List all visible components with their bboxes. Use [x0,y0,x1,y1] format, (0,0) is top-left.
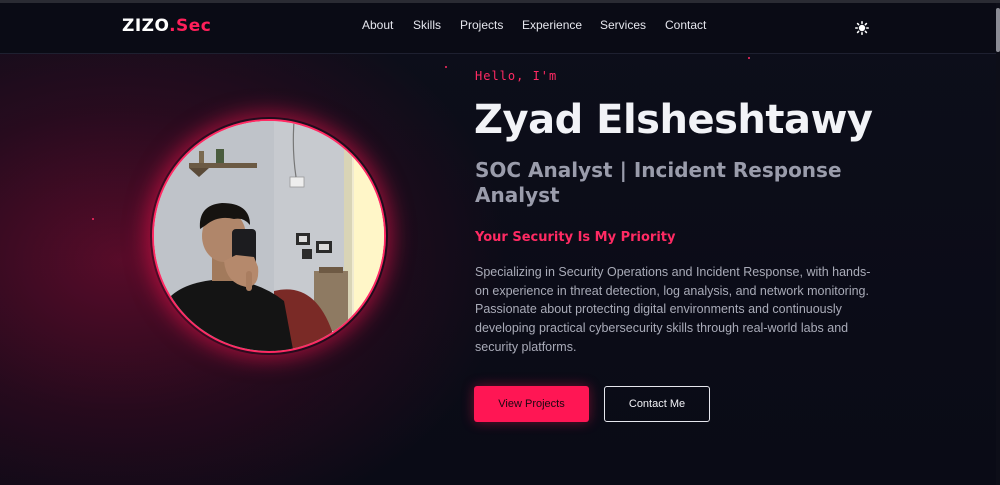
scrollbar-thumb[interactable] [996,8,1000,52]
page-root: ZIZO.Sec About Skills Projects Experienc… [0,0,1000,485]
hero-description: Specializing in Security Operations and … [475,265,871,354]
nav-link-skills[interactable]: Skills [413,18,441,32]
profile-photo-illustration [154,121,384,351]
profile-photo [152,119,386,353]
decor-spark [92,218,94,220]
nav-link-experience[interactable]: Experience [522,18,582,32]
nav-menu: About Skills Projects Experience Service… [0,18,1000,38]
decor-spark [445,66,447,68]
sun-icon[interactable] [855,20,869,35]
hero-tagline: Your Security Is My Priority [475,230,676,245]
nav-link-services[interactable]: Services [600,18,646,32]
nav-link-contact[interactable]: Contact [665,18,706,32]
nav-link-about[interactable]: About [362,18,393,32]
nav-link-projects[interactable]: Projects [460,18,503,32]
hero-name: Zyad Elsheshtawy [474,97,873,143]
hero-role: SOC Analyst | Incident Response Analyst [475,158,842,207]
view-projects-button[interactable]: View Projects [474,386,589,422]
hero-greeting: Hello, I'm [475,69,558,83]
contact-me-button[interactable]: Contact Me [604,386,710,422]
decor-spark [748,57,750,59]
scrollbar-track[interactable] [996,3,1000,485]
